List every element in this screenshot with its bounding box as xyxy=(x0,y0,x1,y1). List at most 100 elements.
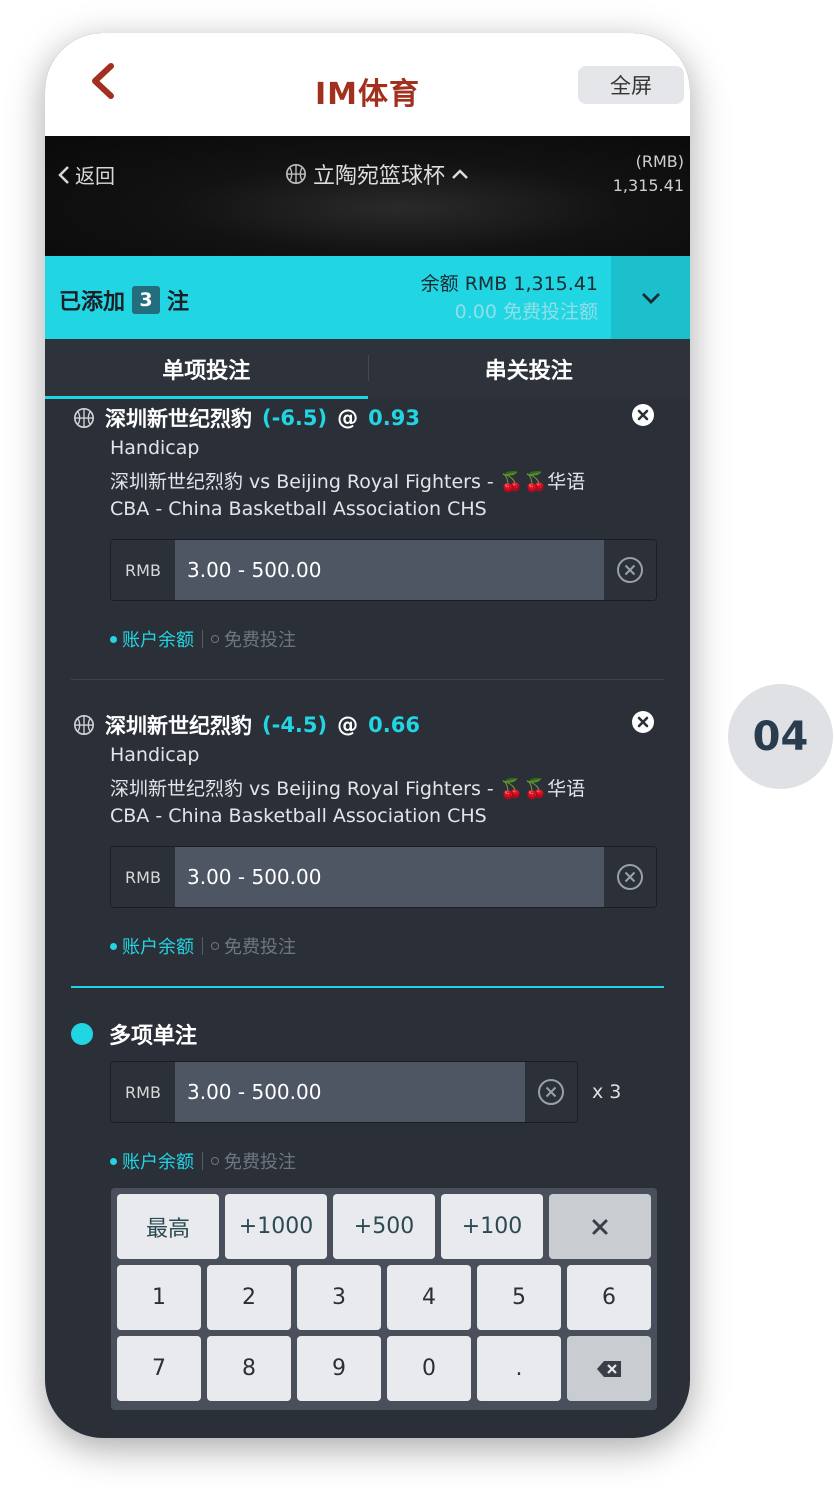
tab-separator xyxy=(368,355,369,381)
clear-icon xyxy=(617,864,643,890)
bet-league: CBA - China Basketball Association CHS xyxy=(110,805,487,827)
added-suffix: 注 xyxy=(167,290,190,315)
added-prefix: 已添加 xyxy=(59,290,126,315)
close-icon xyxy=(592,1219,608,1234)
key-7[interactable]: 7 xyxy=(117,1336,201,1401)
multi-single-header: 多项单注 xyxy=(71,1018,197,1050)
tab-parlay-bet[interactable]: 串关投注 xyxy=(368,339,691,399)
phone-frame: IM体育 全屏 返回 立陶宛篮球杯 (RMB) 1,315.41 已添加 3 注… xyxy=(45,33,690,1438)
key-plus-100[interactable]: +100 xyxy=(441,1194,543,1259)
account-balance-option[interactable]: 账户余额 xyxy=(110,626,194,652)
stake-input[interactable]: RMB 3.00 - 500.00 xyxy=(110,846,657,908)
stake-placeholder[interactable]: 3.00 - 500.00 xyxy=(175,847,604,907)
multi-title: 多项单注 xyxy=(109,1024,198,1049)
stake-placeholder[interactable]: 3.00 - 500.00 xyxy=(175,1062,525,1122)
stake-input[interactable]: RMB 3.00 - 500.00 xyxy=(110,539,657,601)
banner-balance: (RMB) 1,315.41 xyxy=(613,150,684,198)
stake-currency: RMB xyxy=(111,540,175,600)
account-balance-option[interactable]: 账户余额 xyxy=(110,933,194,959)
bet-market: Handicap xyxy=(110,437,200,459)
bet-market: Handicap xyxy=(110,744,200,766)
bet-match: 深圳新世纪烈豹 vs Beijing Royal Fighters - 🍒🍒华语 xyxy=(110,778,586,800)
key-close[interactable] xyxy=(549,1194,651,1259)
key-plus-1000[interactable]: +1000 xyxy=(225,1194,327,1259)
clear-icon xyxy=(538,1079,564,1105)
key-backspace[interactable] xyxy=(567,1336,651,1401)
free-bet-option[interactable]: 免费投注 xyxy=(211,933,296,959)
banner-back-button[interactable]: 返回 xyxy=(57,160,115,189)
bet-league: CBA - China Basketball Association CHS xyxy=(110,498,487,520)
balance-info: 余额 RMB 1,315.41 0.00 免费投注额 xyxy=(421,270,598,326)
league-selector[interactable]: 立陶宛篮球杯 xyxy=(285,158,469,190)
balance-options: 账户余额 免费投注 xyxy=(110,626,296,652)
tab-single-bet[interactable]: 单项投注 xyxy=(45,339,368,399)
bet-selection: 深圳新世纪烈豹 (-6.5) @ 0.93 xyxy=(73,403,420,433)
bet-odds: 0.93 xyxy=(368,406,420,430)
bet-divider xyxy=(71,679,664,680)
stake-currency: RMB xyxy=(111,847,175,907)
chevron-down-icon xyxy=(641,292,660,304)
banner-balance-value: 1,315.41 xyxy=(612,176,684,195)
banner-back-label: 返回 xyxy=(75,164,115,188)
multi-dot xyxy=(71,1023,93,1045)
betslip-bar: 已添加 3 注 余额 RMB 1,315.41 0.00 免费投注额 xyxy=(45,256,690,339)
balance-options: 账户余额 免费投注 xyxy=(110,933,296,959)
remove-bet-icon[interactable] xyxy=(631,710,655,734)
league-title: 立陶宛篮球杯 xyxy=(313,164,446,189)
bet-type-tabs: 单项投注 串关投注 xyxy=(45,339,690,399)
key-8[interactable]: 8 xyxy=(207,1336,291,1401)
multiplier-label: x 3 xyxy=(592,1081,622,1103)
key-plus-500[interactable]: +500 xyxy=(333,1194,435,1259)
remove-bet-icon[interactable] xyxy=(631,403,655,427)
bet-handicap: (-6.5) xyxy=(262,406,328,430)
banner-currency: (RMB) xyxy=(635,152,684,171)
key-9[interactable]: 9 xyxy=(297,1336,381,1401)
app-header: IM体育 全屏 xyxy=(45,33,690,136)
balance-line: 余额 RMB 1,315.41 xyxy=(420,273,598,295)
bet-team: 深圳新世纪烈豹 xyxy=(105,407,252,431)
clear-stake-button[interactable] xyxy=(525,1062,577,1122)
bet-match: 深圳新世纪烈豹 vs Beijing Royal Fighters - 🍒🍒华语 xyxy=(110,471,586,493)
key-4[interactable]: 4 xyxy=(387,1265,471,1330)
stake-placeholder[interactable]: 3.00 - 500.00 xyxy=(175,540,604,600)
clear-stake-button[interactable] xyxy=(604,540,656,600)
free-bet-line: 0.00 免费投注额 xyxy=(454,301,598,323)
key-1[interactable]: 1 xyxy=(117,1265,201,1330)
key-2[interactable]: 2 xyxy=(207,1265,291,1330)
bet-at: @ xyxy=(337,406,359,430)
key-max[interactable]: 最高 xyxy=(117,1194,219,1259)
bet-item: 深圳新世纪烈豹 (-6.5) @ 0.93 Handicap 深圳新世纪烈豹 v… xyxy=(45,403,690,693)
key-6[interactable]: 6 xyxy=(567,1265,651,1330)
stake-currency: RMB xyxy=(111,1062,175,1122)
clear-icon xyxy=(617,557,643,583)
key-3[interactable]: 3 xyxy=(297,1265,381,1330)
bet-selection: 深圳新世纪烈豹 (-4.5) @ 0.66 xyxy=(73,710,420,740)
bet-handicap: (-4.5) xyxy=(262,713,328,737)
backspace-icon xyxy=(597,1360,621,1377)
bet-team: 深圳新世纪烈豹 xyxy=(105,714,252,738)
bet-count-badge: 3 xyxy=(132,286,161,314)
multi-stake-input[interactable]: RMB 3.00 - 500.00 xyxy=(110,1061,578,1123)
basketball-icon xyxy=(74,408,94,428)
clear-stake-button[interactable] xyxy=(604,847,656,907)
fullscreen-button[interactable]: 全屏 xyxy=(578,66,684,104)
balance-options: 账户余额 免费投注 xyxy=(110,1148,296,1174)
basketball-icon xyxy=(286,164,306,184)
chevron-up-icon xyxy=(452,169,468,179)
bet-odds: 0.66 xyxy=(368,713,420,737)
account-balance-option[interactable]: 账户余额 xyxy=(110,1148,194,1174)
key-decimal[interactable]: . xyxy=(477,1336,561,1401)
match-banner: 返回 立陶宛篮球杯 (RMB) 1,315.41 xyxy=(45,136,690,256)
section-divider xyxy=(71,986,664,988)
numeric-keypad: 最高 +1000 +500 +100 1 2 3 4 5 6 7 8 9 0 . xyxy=(111,1188,657,1410)
free-bet-option[interactable]: 免费投注 xyxy=(211,1148,296,1174)
chevron-left-icon xyxy=(58,165,69,184)
step-number-badge: 04 xyxy=(728,684,833,789)
bets-added-label: 已添加 3 注 xyxy=(59,284,189,316)
key-5[interactable]: 5 xyxy=(477,1265,561,1330)
basketball-icon xyxy=(74,715,94,735)
collapse-betslip-button[interactable] xyxy=(611,256,690,339)
bet-item: 深圳新世纪烈豹 (-4.5) @ 0.66 Handicap 深圳新世纪烈豹 v… xyxy=(45,710,690,1000)
free-bet-option[interactable]: 免费投注 xyxy=(211,626,296,652)
key-0[interactable]: 0 xyxy=(387,1336,471,1401)
